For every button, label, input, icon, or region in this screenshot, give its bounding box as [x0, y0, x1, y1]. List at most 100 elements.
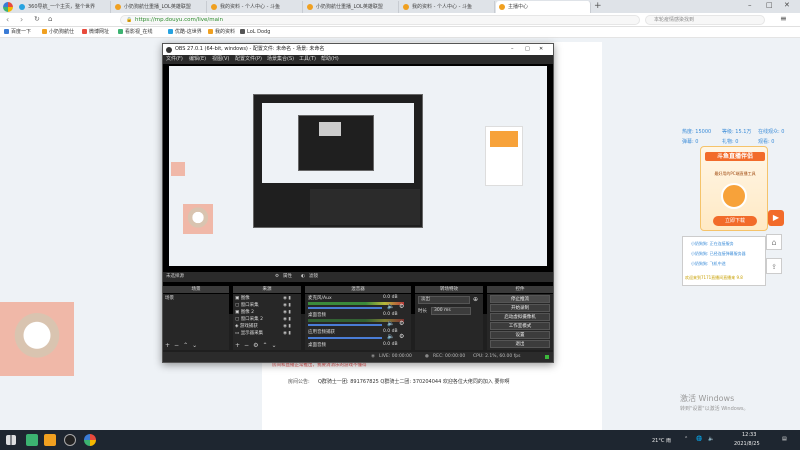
promo-download-button[interactable]: 立即下载: [713, 216, 757, 226]
home-icon[interactable]: ⌂: [48, 15, 52, 23]
filter-icon[interactable]: ◐: [301, 272, 305, 282]
remove-icon[interactable]: −: [174, 342, 183, 349]
maximize-icon[interactable]: □: [766, 1, 773, 9]
obs-maximize-icon[interactable]: □: [525, 44, 530, 55]
notification-icon[interactable]: ▤: [782, 436, 787, 442]
obs-menu-help[interactable]: 帮助(H): [321, 55, 339, 64]
taskbar-browser-icon[interactable]: [84, 434, 96, 446]
forward-icon[interactable]: ›: [20, 15, 23, 24]
eye-lock-icon[interactable]: ◉ ▮: [283, 330, 299, 337]
scene-item[interactable]: 场景: [165, 295, 227, 302]
eye-lock-icon[interactable]: ◉ ▮: [283, 309, 299, 316]
obs-menu-tools[interactable]: 工具(T): [299, 55, 316, 64]
close-icon[interactable]: ✕: [784, 1, 790, 9]
taskbar-obs-icon[interactable]: [64, 434, 76, 446]
down-icon[interactable]: ⌄: [192, 342, 201, 349]
reload-icon[interactable]: ↻: [34, 15, 40, 23]
play-icon[interactable]: ▶: [768, 210, 784, 226]
settings-button[interactable]: 设置: [490, 331, 550, 339]
browser-logo-icon[interactable]: [3, 2, 13, 12]
obs-menu-scene-collection[interactable]: 场景集合(S): [267, 55, 294, 64]
weather-text[interactable]: 21°C 雨: [652, 437, 671, 444]
gear-icon[interactable]: ⚙: [399, 303, 404, 310]
eye-lock-icon[interactable]: ◉ ▮: [283, 302, 299, 309]
virtual-camera-button[interactable]: 启动虚拟摄像机: [490, 313, 550, 321]
bookmark-3[interactable]: 微博网址: [82, 28, 109, 37]
gear-icon[interactable]: ⚙: [399, 333, 404, 340]
bookmark-6[interactable]: 我的资料: [208, 28, 235, 37]
tab-5[interactable]: 我的资料 - 个人中心 - 斗鱼: [400, 1, 495, 13]
gear-icon[interactable]: ⚙: [275, 272, 279, 282]
tab-4[interactable]: 小奶狗航仕重播_LOL英雄联盟: [304, 1, 399, 13]
tab-3[interactable]: 我的资料 - 个人中心 - 斗鱼: [208, 1, 303, 13]
network-icon[interactable]: 🌐: [696, 436, 702, 442]
add-icon[interactable]: +: [235, 342, 244, 349]
bookmark-4[interactable]: 看影视_在线: [118, 28, 153, 37]
menu-icon[interactable]: ≡: [780, 14, 787, 23]
bookmark-7[interactable]: LoL Dodg: [240, 28, 270, 37]
windows-taskbar: 21°C 雨 ⌃ 🌐 🔈 12:33 2021/8/25 ▤: [0, 430, 800, 450]
side-home-icon[interactable]: ⌂: [766, 234, 782, 250]
speaker-icon[interactable]: 🔈: [387, 320, 394, 327]
date-text[interactable]: 2021/8/25: [734, 441, 760, 447]
bookmark-5[interactable]: 优酷-这世界: [168, 28, 202, 37]
address-bar[interactable]: 🔒 https://mp.douyu.com/live/main: [120, 15, 640, 25]
source-item[interactable]: ▢ 窗口采集 2: [235, 316, 263, 323]
obs-minimize-icon[interactable]: –: [511, 44, 514, 55]
transition-duration-input[interactable]: 300 ms: [431, 307, 471, 315]
taskbar-app-icon[interactable]: [44, 434, 56, 446]
down-icon[interactable]: ⌄: [271, 342, 280, 349]
promo-card[interactable]: 斗鱼直播伴侣 最好用的PC端直播工具 立即下载: [700, 146, 768, 231]
filters-button[interactable]: 滤镜: [309, 272, 318, 282]
obs-menu-edit[interactable]: 编辑(E): [189, 55, 206, 64]
bookmark-2[interactable]: 小奶狗航仕: [42, 28, 74, 37]
tray-up-icon[interactable]: ⌃: [684, 436, 688, 442]
transition-select[interactable]: 淡出: [418, 296, 470, 304]
exit-button[interactable]: 退出: [490, 340, 550, 348]
speaker-icon[interactable]: 🔈: [387, 333, 394, 340]
browser-toolbar: ‹ › ↻ ⌂ 🔒 https://mp.douyu.com/live/main…: [0, 13, 800, 27]
volume-slider[interactable]: [308, 337, 382, 339]
obs-menu-view[interactable]: 视图(V): [212, 55, 229, 64]
tab-6-active[interactable]: 主播中心: [496, 1, 591, 13]
eye-lock-icon[interactable]: ◉ ▮: [283, 323, 299, 330]
add-transition-icon[interactable]: ⊕: [473, 296, 478, 303]
obs-close-icon[interactable]: ✕: [539, 44, 543, 55]
taskbar-app-icon[interactable]: [26, 434, 38, 446]
start-recording-button[interactable]: 开始录制: [490, 304, 550, 312]
bookmark-1[interactable]: 百度一下: [4, 28, 31, 37]
search-box[interactable]: 本轮疫情感染找到: [645, 15, 765, 25]
remove-icon[interactable]: −: [244, 342, 253, 349]
obs-menu-profile[interactable]: 配置文件(P): [235, 55, 262, 64]
source-item[interactable]: ▢ 窗口采集: [235, 302, 259, 309]
properties-button[interactable]: 属性: [283, 272, 292, 282]
side-share-icon[interactable]: ⇪: [766, 258, 782, 274]
source-item[interactable]: ▣ 图像: [235, 295, 250, 302]
volume-icon[interactable]: 🔈: [708, 436, 714, 442]
eye-lock-icon[interactable]: ◉ ▮: [283, 295, 299, 302]
speaker-icon[interactable]: 🔈: [387, 303, 394, 310]
source-item[interactable]: ▣ 图像 2: [235, 309, 254, 316]
tab-1[interactable]: 360导航_一个主页，整个世界: [16, 1, 111, 13]
volume-slider[interactable]: [308, 307, 382, 309]
eye-lock-icon[interactable]: ◉ ▮: [283, 316, 299, 323]
sources-dock: ▣ 图像 ▢ 窗口采集 ▣ 图像 2 ▢ 窗口采集 2 ◈ 游戏捕获 ▭ 显示器…: [233, 294, 301, 350]
minimize-icon[interactable]: –: [748, 1, 752, 9]
windows-start-icon[interactable]: [6, 435, 16, 445]
tab-2[interactable]: 小奶狗航仕重播_LOL英雄联盟: [112, 1, 207, 13]
volume-slider[interactable]: [308, 324, 382, 326]
add-icon[interactable]: +: [165, 342, 174, 349]
stop-streaming-button[interactable]: 停止推流: [490, 295, 550, 303]
back-icon[interactable]: ‹: [6, 15, 9, 24]
source-item[interactable]: ▭ 显示器采集: [235, 330, 263, 337]
time-text[interactable]: 12:33: [742, 432, 756, 438]
mixer-channel-db: 0.0 dB: [383, 342, 398, 347]
obs-menu-file[interactable]: 文件(F): [166, 55, 183, 64]
studio-mode-button[interactable]: 工作室模式: [490, 322, 550, 330]
rec-icon: ●: [425, 354, 429, 359]
gear-icon[interactable]: ⚙: [399, 320, 404, 327]
obs-title-text: OBS 27.0.1 (64-bit, windows) - 配置文件: 未命名…: [175, 46, 325, 52]
new-tab-button[interactable]: +: [594, 1, 602, 11]
source-item[interactable]: ◈ 游戏捕获: [235, 323, 258, 330]
up-icon[interactable]: ⌃: [183, 342, 192, 349]
